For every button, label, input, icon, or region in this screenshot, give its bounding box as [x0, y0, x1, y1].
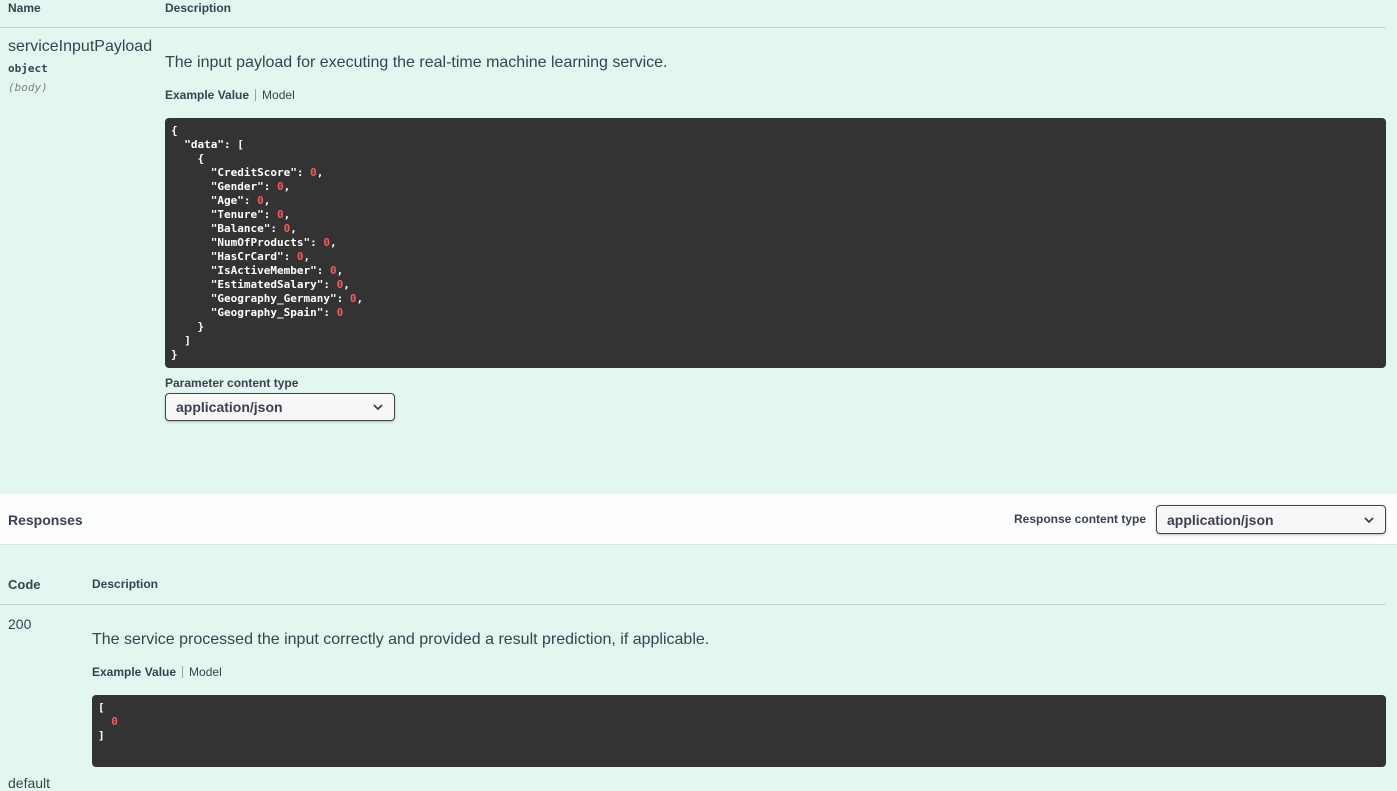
- param-content-type-label: Parameter content type: [165, 376, 299, 390]
- param-location: (body): [8, 81, 48, 94]
- example-field-value: 0: [336, 278, 344, 291]
- example-field-value: 0: [296, 250, 304, 263]
- param-description: The input payload for executing the real…: [165, 54, 668, 71]
- example-field-value: 0: [323, 236, 330, 249]
- response-example-code[interactable]: [ 0 ]: [92, 695, 1386, 767]
- param-example-tabs: Example Value Model: [165, 88, 295, 102]
- response-col-description-header: Description: [92, 577, 159, 591]
- param-col-name-header: Name: [8, 1, 41, 15]
- tab-separator: [182, 666, 184, 678]
- tab-model[interactable]: Model: [189, 665, 222, 679]
- example-field-value: 0: [336, 306, 344, 319]
- param-content-type-value: application/json: [176, 399, 283, 415]
- param-name: serviceInputPayload: [8, 38, 153, 55]
- response-code-next: default: [8, 775, 51, 791]
- response-example-tabs: Example Value Model: [92, 665, 222, 679]
- example-response-value: 0: [111, 715, 118, 728]
- param-content-type-select[interactable]: application/json: [165, 393, 395, 421]
- example-field-value: 0: [349, 292, 357, 305]
- tab-example-value[interactable]: Example Value: [92, 665, 176, 679]
- example-field-value: 0: [257, 194, 264, 207]
- response-content-type-select[interactable]: application/json: [1156, 505, 1386, 534]
- example-field-value: 0: [329, 264, 337, 277]
- tab-model[interactable]: Model: [262, 88, 295, 102]
- response-col-code-header: Code: [8, 577, 41, 592]
- responses-title: Responses: [8, 512, 83, 528]
- tab-example-value[interactable]: Example Value: [165, 88, 249, 102]
- param-example-code[interactable]: { "data": [ { "CreditScore": 0, "Gender"…: [165, 118, 1386, 368]
- chevron-down-icon: [1364, 516, 1374, 523]
- param-col-description-header: Description: [165, 1, 232, 15]
- response-content-type-label: Response content type: [1014, 512, 1147, 526]
- response-content-type-value: application/json: [1167, 511, 1274, 528]
- example-field-value: 0: [276, 180, 284, 193]
- example-field-value: 0: [310, 166, 317, 179]
- response-code: 200: [8, 616, 32, 632]
- response-header-divider: [0, 604, 1386, 605]
- tab-separator: [255, 89, 257, 101]
- example-field-value: 0: [283, 222, 291, 235]
- param-header-divider: [0, 27, 1386, 28]
- example-field-value: 0: [276, 208, 284, 221]
- chevron-down-icon: [373, 404, 383, 411]
- param-type: object: [8, 62, 48, 75]
- response-description: The service processed the input correctl…: [92, 631, 710, 648]
